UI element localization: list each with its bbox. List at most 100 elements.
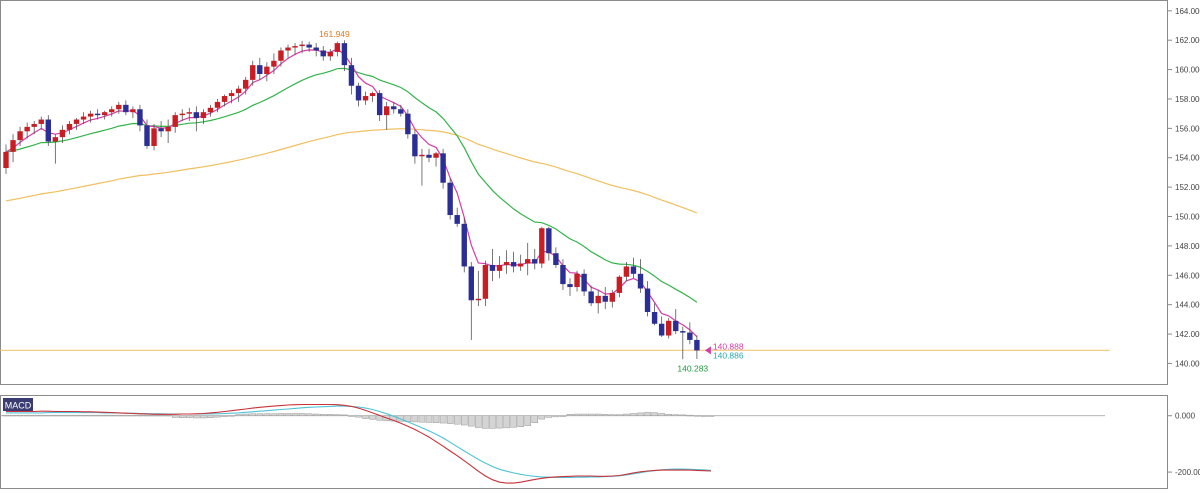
candle-body: [405, 113, 411, 135]
macd-histogram-bar: [524, 415, 531, 426]
macd-histogram-bar: [418, 415, 426, 423]
candle-body: [137, 109, 143, 126]
macd-histogram-bar: [686, 414, 694, 417]
candle-body: [588, 291, 594, 304]
macd-histogram-bar: [249, 413, 256, 416]
macd-histogram-bar: [327, 414, 334, 416]
candle-body: [391, 106, 397, 110]
price-y-tick-label: 142.000: [1175, 330, 1200, 339]
macd-histogram-bar: [651, 412, 658, 416]
candle-body: [574, 273, 580, 288]
macd-histogram-bar: [66, 414, 73, 417]
macd-histogram-bar: [489, 415, 496, 429]
candle-body: [313, 47, 319, 51]
macd-histogram-bar: [362, 415, 369, 419]
macd-histogram-bar: [334, 414, 341, 416]
macd-y-tick-label: 0.000: [1175, 412, 1196, 421]
candle-body: [630, 266, 637, 274]
macd-histogram-bar: [122, 414, 130, 417]
price-y-tick-label: 150.000: [1175, 213, 1200, 222]
candle-body: [10, 140, 16, 152]
macd-histogram-bar: [446, 415, 454, 424]
candle-body: [24, 126, 30, 132]
candle-body: [320, 50, 326, 57]
macd-histogram-bar: [320, 414, 327, 416]
candle-body: [17, 131, 23, 141]
price-y-tick-label: 160.000: [1175, 66, 1200, 75]
candle-body: [532, 259, 538, 264]
macd-histogram-bar: [623, 413, 630, 416]
macd-histogram-bar: [602, 414, 609, 416]
candle-body: [447, 182, 453, 216]
macd-histogram-bar: [59, 414, 66, 417]
candle-body: [179, 113, 185, 116]
candle-body: [306, 44, 312, 48]
macd-histogram-bar: [609, 414, 616, 416]
macd-histogram-bar: [298, 413, 306, 416]
macd-histogram-bar: [482, 415, 489, 429]
macd-histogram-bar: [179, 415, 186, 418]
macd-histogram-bar: [552, 415, 560, 418]
candle-body: [87, 113, 94, 117]
candle-body: [426, 154, 432, 158]
candle-body: [475, 298, 482, 301]
candle-body: [130, 109, 136, 113]
macd-histogram-bar: [545, 415, 553, 418]
macd-histogram-bar: [30, 414, 38, 417]
macd-histogram-bar: [425, 415, 433, 423]
candle-body: [271, 60, 277, 67]
candle-body: [235, 88, 242, 94]
macd-histogram-bar: [573, 413, 581, 416]
candle-body: [334, 43, 341, 52]
macd-histogram-bar: [9, 414, 17, 417]
candle-body: [362, 96, 369, 101]
macd-histogram-bar: [16, 414, 24, 417]
candle-body: [658, 323, 665, 336]
candle-body: [440, 153, 446, 183]
macd-histogram-bar: [658, 413, 665, 416]
macd-histogram-bar: [277, 413, 285, 416]
macd-histogram-bar: [263, 413, 271, 416]
price-y-tick-label: 156.000: [1175, 124, 1200, 133]
chart-window: 140.000 142.000 144.000 146.000 148.000 150.0…: [0, 0, 1200, 489]
candle-body: [496, 264, 503, 271]
candle-body: [525, 259, 531, 264]
candle-body: [539, 228, 545, 264]
candle-body: [546, 228, 552, 254]
candle-body: [264, 66, 270, 74]
candle-body: [553, 253, 559, 265]
price-y-axis: 140.000 142.000 144.000 146.000 148.000 150.0…: [1167, 7, 1200, 368]
macd-histogram-bar: [305, 413, 313, 416]
macd-histogram-bar: [637, 412, 644, 416]
macd-histogram-bar: [348, 415, 355, 417]
macd-histogram-bar: [207, 415, 214, 418]
macd-histogram-bar: [538, 415, 546, 420]
macd-histogram-bar: [566, 414, 574, 416]
macd-histogram-bar: [517, 415, 524, 427]
macd-histogram-bar: [700, 415, 708, 417]
macd-histogram-bar: [242, 413, 249, 416]
candle-body: [327, 51, 333, 57]
price-y-tick-label: 144.000: [1175, 301, 1200, 310]
candle-body: [123, 104, 129, 113]
candle-body: [73, 119, 80, 124]
macd-histogram-bar: [284, 413, 292, 416]
candle-body: [644, 288, 651, 313]
candle-body: [45, 119, 51, 142]
candle-body: [94, 113, 101, 116]
candle-body: [193, 112, 200, 119]
macd-histogram-bar: [171, 415, 179, 418]
candle-body: [412, 134, 418, 157]
candle-body: [454, 215, 460, 224]
macd-histogram-bar: [193, 415, 200, 419]
candle-body: [102, 112, 108, 116]
candle-body: [673, 320, 679, 332]
candle-body: [637, 273, 644, 289]
price-y-tick-label: 158.000: [1175, 95, 1200, 104]
candle-body: [623, 266, 630, 277]
macd-histogram-bar: [644, 412, 651, 416]
price-y-tick-label: 164.000: [1175, 7, 1200, 16]
macd-histogram-bar: [221, 415, 228, 417]
macd-histogram-bar: [496, 415, 503, 429]
candle-body: [172, 115, 178, 127]
